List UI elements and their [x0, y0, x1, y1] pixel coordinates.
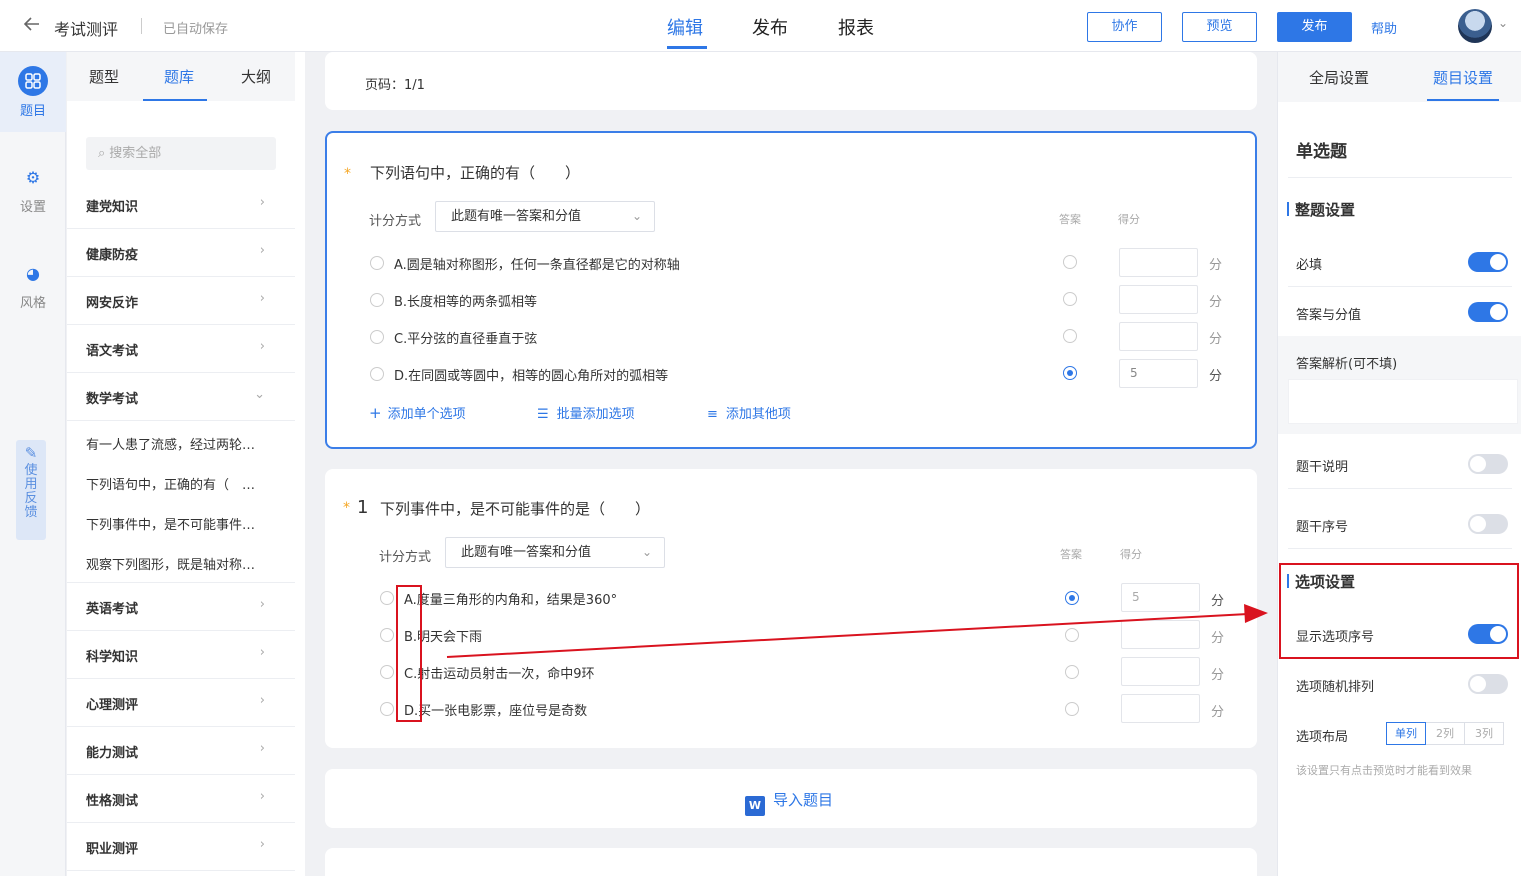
layout-single-column[interactable]: 单列: [1386, 722, 1426, 745]
annotation-arrow-icon: [446, 604, 1268, 658]
